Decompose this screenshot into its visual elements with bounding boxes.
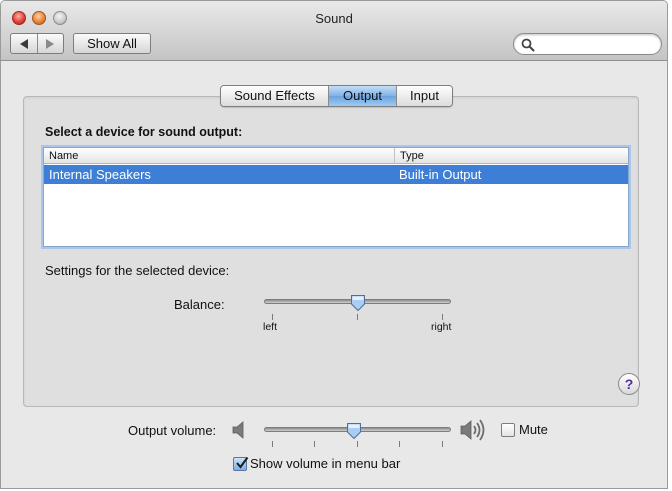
balance-tick-center <box>357 314 358 320</box>
back-forward-control <box>10 33 64 54</box>
toolbar: Sound Show All <box>1 1 667 61</box>
tab-sound-effects[interactable]: Sound Effects <box>221 86 328 106</box>
balance-tick-left <box>272 314 273 320</box>
show-all-button[interactable]: Show All <box>73 33 151 54</box>
balance-right-label: right <box>431 321 452 333</box>
sound-preferences-window: Sound Show All Sound Effects Output Inpu… <box>0 0 668 489</box>
device-table[interactable]: Name Type Internal Speakers Built-in Out… <box>43 147 629 247</box>
balance-tick-right <box>442 314 443 320</box>
right-arrow-icon <box>46 38 55 49</box>
table-row[interactable]: Internal Speakers Built-in Output <box>44 165 628 184</box>
device-heading: Select a device for sound output: <box>45 125 243 139</box>
speaker-low-icon <box>232 421 244 439</box>
column-header-type[interactable]: Type <box>394 148 628 164</box>
device-type-cell: Built-in Output <box>399 167 482 182</box>
column-header-name[interactable]: Name <box>44 148 394 164</box>
speaker-high-icon <box>460 419 485 441</box>
forward-button[interactable] <box>36 34 64 53</box>
volume-tick-2 <box>314 441 315 447</box>
mute-label[interactable]: Mute <box>519 422 548 437</box>
show-volume-label[interactable]: Show volume in menu bar <box>250 456 400 471</box>
search-input[interactable] <box>538 36 656 52</box>
table-header: Name Type <box>44 148 628 164</box>
window-title: Sound <box>315 11 353 26</box>
volume-tick-5 <box>442 441 443 447</box>
volume-slider-knob[interactable] <box>346 422 362 440</box>
balance-slider-knob[interactable] <box>350 294 366 312</box>
help-button[interactable]: ? <box>618 373 640 395</box>
mute-control[interactable]: Mute <box>501 422 548 437</box>
tab-bar: Sound Effects Output Input <box>220 85 453 107</box>
balance-label: Balance: <box>174 297 225 312</box>
tab-input[interactable]: Input <box>396 86 452 106</box>
output-panel <box>23 96 639 407</box>
show-volume-checkbox[interactable] <box>233 456 249 471</box>
output-volume-label: Output volume: <box>128 423 217 438</box>
left-arrow-icon <box>19 38 28 49</box>
show-volume-control[interactable]: Show volume in menu bar <box>233 456 400 471</box>
search-field[interactable] <box>513 33 662 55</box>
balance-left-label: left <box>263 321 278 333</box>
checkmark-icon <box>236 456 249 469</box>
volume-tick-3 <box>357 441 358 447</box>
tab-output[interactable]: Output <box>328 86 396 106</box>
volume-tick-4 <box>399 441 400 447</box>
back-button[interactable] <box>11 34 37 53</box>
volume-tick-1 <box>272 441 273 447</box>
device-name-cell: Internal Speakers <box>49 167 151 182</box>
settings-label: Settings for the selected device: <box>45 263 230 278</box>
mute-checkbox[interactable] <box>501 422 515 437</box>
search-icon <box>521 38 535 52</box>
